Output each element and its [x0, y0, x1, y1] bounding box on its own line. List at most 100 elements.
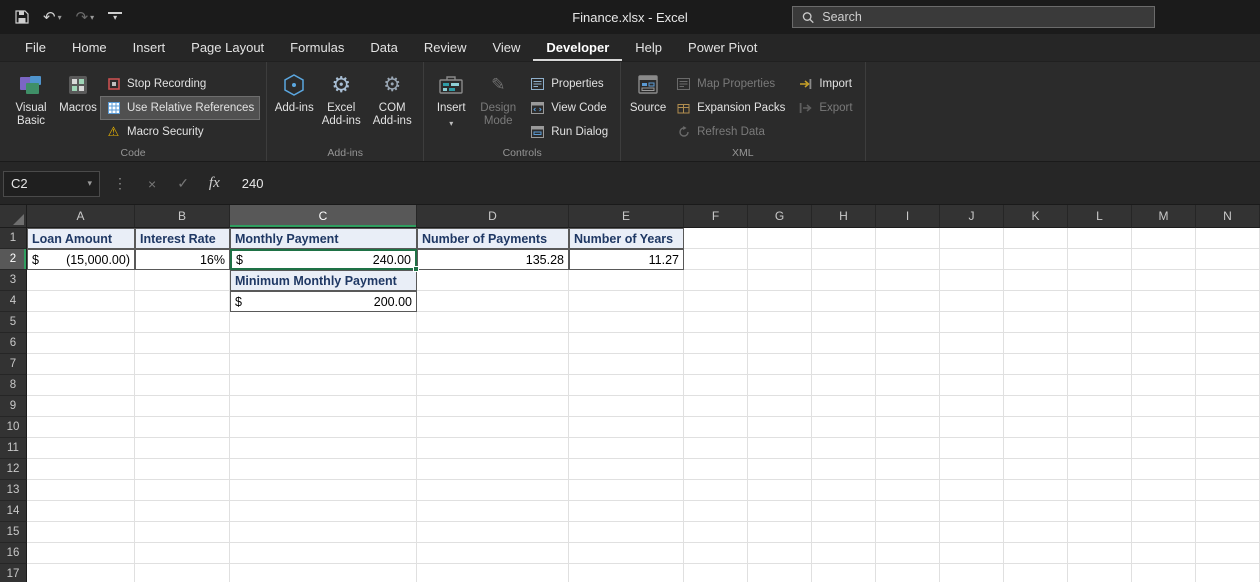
- cell-N2[interactable]: [1196, 249, 1260, 270]
- cell-L9[interactable]: [1068, 396, 1132, 417]
- column-header-D[interactable]: D: [417, 205, 569, 228]
- cell-M16[interactable]: [1132, 543, 1196, 564]
- cell-H14[interactable]: [812, 501, 876, 522]
- cell-I11[interactable]: [876, 438, 940, 459]
- cell-D17[interactable]: [417, 564, 569, 582]
- cell-K17[interactable]: [1004, 564, 1068, 582]
- cell-N17[interactable]: [1196, 564, 1260, 582]
- cell-K8[interactable]: [1004, 375, 1068, 396]
- cell-H16[interactable]: [812, 543, 876, 564]
- cell-D9[interactable]: [417, 396, 569, 417]
- cell-L13[interactable]: [1068, 480, 1132, 501]
- cell-N5[interactable]: [1196, 312, 1260, 333]
- cell-K16[interactable]: [1004, 543, 1068, 564]
- tab-insert[interactable]: Insert: [120, 34, 179, 61]
- formula-input[interactable]: 240: [242, 176, 264, 191]
- cell-E3[interactable]: [569, 270, 684, 291]
- cell-J4[interactable]: [940, 291, 1004, 312]
- excel-add-ins-button[interactable]: ⚙ Excel Add-ins: [317, 66, 365, 144]
- cell-C12[interactable]: [230, 459, 417, 480]
- row-header-5[interactable]: 5: [0, 312, 27, 333]
- cell-A16[interactable]: [27, 543, 135, 564]
- cell-D10[interactable]: [417, 417, 569, 438]
- cell-C8[interactable]: [230, 375, 417, 396]
- cell-L11[interactable]: [1068, 438, 1132, 459]
- cell-I10[interactable]: [876, 417, 940, 438]
- visual-basic-button[interactable]: Visual Basic: [7, 66, 55, 144]
- cell-B6[interactable]: [135, 333, 230, 354]
- cell-M15[interactable]: [1132, 522, 1196, 543]
- cell-D8[interactable]: [417, 375, 569, 396]
- stop-recording-button[interactable]: Stop Recording: [101, 73, 259, 95]
- cell-G7[interactable]: [748, 354, 812, 375]
- column-header-K[interactable]: K: [1004, 205, 1068, 228]
- expansion-packs-button[interactable]: Expansion Packs: [671, 97, 790, 119]
- cell-H5[interactable]: [812, 312, 876, 333]
- cell-B4[interactable]: [135, 291, 230, 312]
- row-header-16[interactable]: 16: [0, 543, 27, 564]
- cell-K7[interactable]: [1004, 354, 1068, 375]
- design-mode-button[interactable]: ✎ Design Mode: [474, 66, 522, 144]
- cell-G3[interactable]: [748, 270, 812, 291]
- cell-B15[interactable]: [135, 522, 230, 543]
- cell-H1[interactable]: [812, 228, 876, 249]
- cell-F14[interactable]: [684, 501, 748, 522]
- column-header-C[interactable]: C: [230, 205, 417, 228]
- cell-K1[interactable]: [1004, 228, 1068, 249]
- cell-E12[interactable]: [569, 459, 684, 480]
- cell-I12[interactable]: [876, 459, 940, 480]
- cell-N8[interactable]: [1196, 375, 1260, 396]
- cell-M13[interactable]: [1132, 480, 1196, 501]
- row-header-6[interactable]: 6: [0, 333, 27, 354]
- cell-N4[interactable]: [1196, 291, 1260, 312]
- cell-D1[interactable]: Number of Payments: [417, 228, 569, 249]
- cell-J12[interactable]: [940, 459, 1004, 480]
- cell-I17[interactable]: [876, 564, 940, 582]
- cell-G2[interactable]: [748, 249, 812, 270]
- cell-K9[interactable]: [1004, 396, 1068, 417]
- cell-C9[interactable]: [230, 396, 417, 417]
- cell-E7[interactable]: [569, 354, 684, 375]
- save-button[interactable]: [10, 5, 34, 29]
- cell-H15[interactable]: [812, 522, 876, 543]
- cell-F17[interactable]: [684, 564, 748, 582]
- cell-A12[interactable]: [27, 459, 135, 480]
- cell-F13[interactable]: [684, 480, 748, 501]
- cell-G5[interactable]: [748, 312, 812, 333]
- cell-E5[interactable]: [569, 312, 684, 333]
- cell-J10[interactable]: [940, 417, 1004, 438]
- cell-G12[interactable]: [748, 459, 812, 480]
- row-header-13[interactable]: 13: [0, 480, 27, 501]
- cell-C10[interactable]: [230, 417, 417, 438]
- view-code-button[interactable]: View Code: [525, 97, 613, 119]
- name-box[interactable]: C2 ▾: [3, 171, 100, 197]
- cell-N7[interactable]: [1196, 354, 1260, 375]
- cell-H7[interactable]: [812, 354, 876, 375]
- cell-I6[interactable]: [876, 333, 940, 354]
- cell-L3[interactable]: [1068, 270, 1132, 291]
- cell-J7[interactable]: [940, 354, 1004, 375]
- cell-G13[interactable]: [748, 480, 812, 501]
- cell-F15[interactable]: [684, 522, 748, 543]
- cell-A14[interactable]: [27, 501, 135, 522]
- tab-review[interactable]: Review: [411, 34, 480, 61]
- tab-view[interactable]: View: [479, 34, 533, 61]
- cell-G15[interactable]: [748, 522, 812, 543]
- cell-F7[interactable]: [684, 354, 748, 375]
- cell-L4[interactable]: [1068, 291, 1132, 312]
- cell-F3[interactable]: [684, 270, 748, 291]
- cell-B16[interactable]: [135, 543, 230, 564]
- column-header-J[interactable]: J: [940, 205, 1004, 228]
- cell-I4[interactable]: [876, 291, 940, 312]
- refresh-data-button[interactable]: Refresh Data: [671, 121, 790, 143]
- insert-dropdown-caret-icon[interactable]: ▾: [449, 119, 453, 128]
- cell-D14[interactable]: [417, 501, 569, 522]
- cell-J13[interactable]: [940, 480, 1004, 501]
- macros-button[interactable]: Macros: [58, 66, 98, 144]
- undo-caret-icon[interactable]: ▾: [58, 13, 62, 22]
- cell-K12[interactable]: [1004, 459, 1068, 480]
- cell-F6[interactable]: [684, 333, 748, 354]
- cell-M4[interactable]: [1132, 291, 1196, 312]
- cell-C16[interactable]: [230, 543, 417, 564]
- cell-I15[interactable]: [876, 522, 940, 543]
